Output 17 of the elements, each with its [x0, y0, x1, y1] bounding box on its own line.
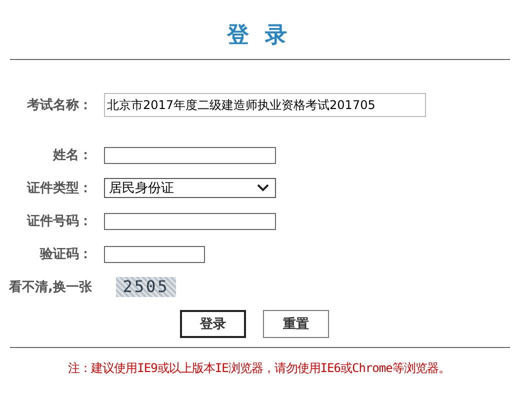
- input-field[interactable]: 北京市2017年度二级建造师执业资格考试201705: [104, 93, 426, 117]
- refresh-captcha-link[interactable]: 看不清,换一张: [0, 278, 104, 296]
- field-label: 考试名称：: [26, 97, 93, 114]
- input-field[interactable]: [104, 246, 205, 262]
- captcha-image: 2505: [116, 277, 176, 297]
- field-label: 验证码：: [38, 246, 93, 263]
- field-label: 证件类型：: [26, 180, 93, 197]
- select-field[interactable]: 居民身份证: [104, 178, 276, 198]
- chevron-down-icon: [257, 184, 269, 192]
- browser-notice: 注：建议使用IE9或以上版本IE浏览器，请勿使用IE6或Chrome等浏览器。: [67, 360, 451, 377]
- field-label: 证件号码：: [26, 213, 93, 230]
- input-field[interactable]: [104, 146, 276, 164]
- input-field[interactable]: [104, 212, 276, 230]
- form-button[interactable]: 登录: [180, 310, 246, 338]
- field-label: 姓名：: [52, 147, 93, 164]
- form-button[interactable]: 重置: [263, 310, 329, 338]
- page-title: 登 录: [226, 22, 292, 50]
